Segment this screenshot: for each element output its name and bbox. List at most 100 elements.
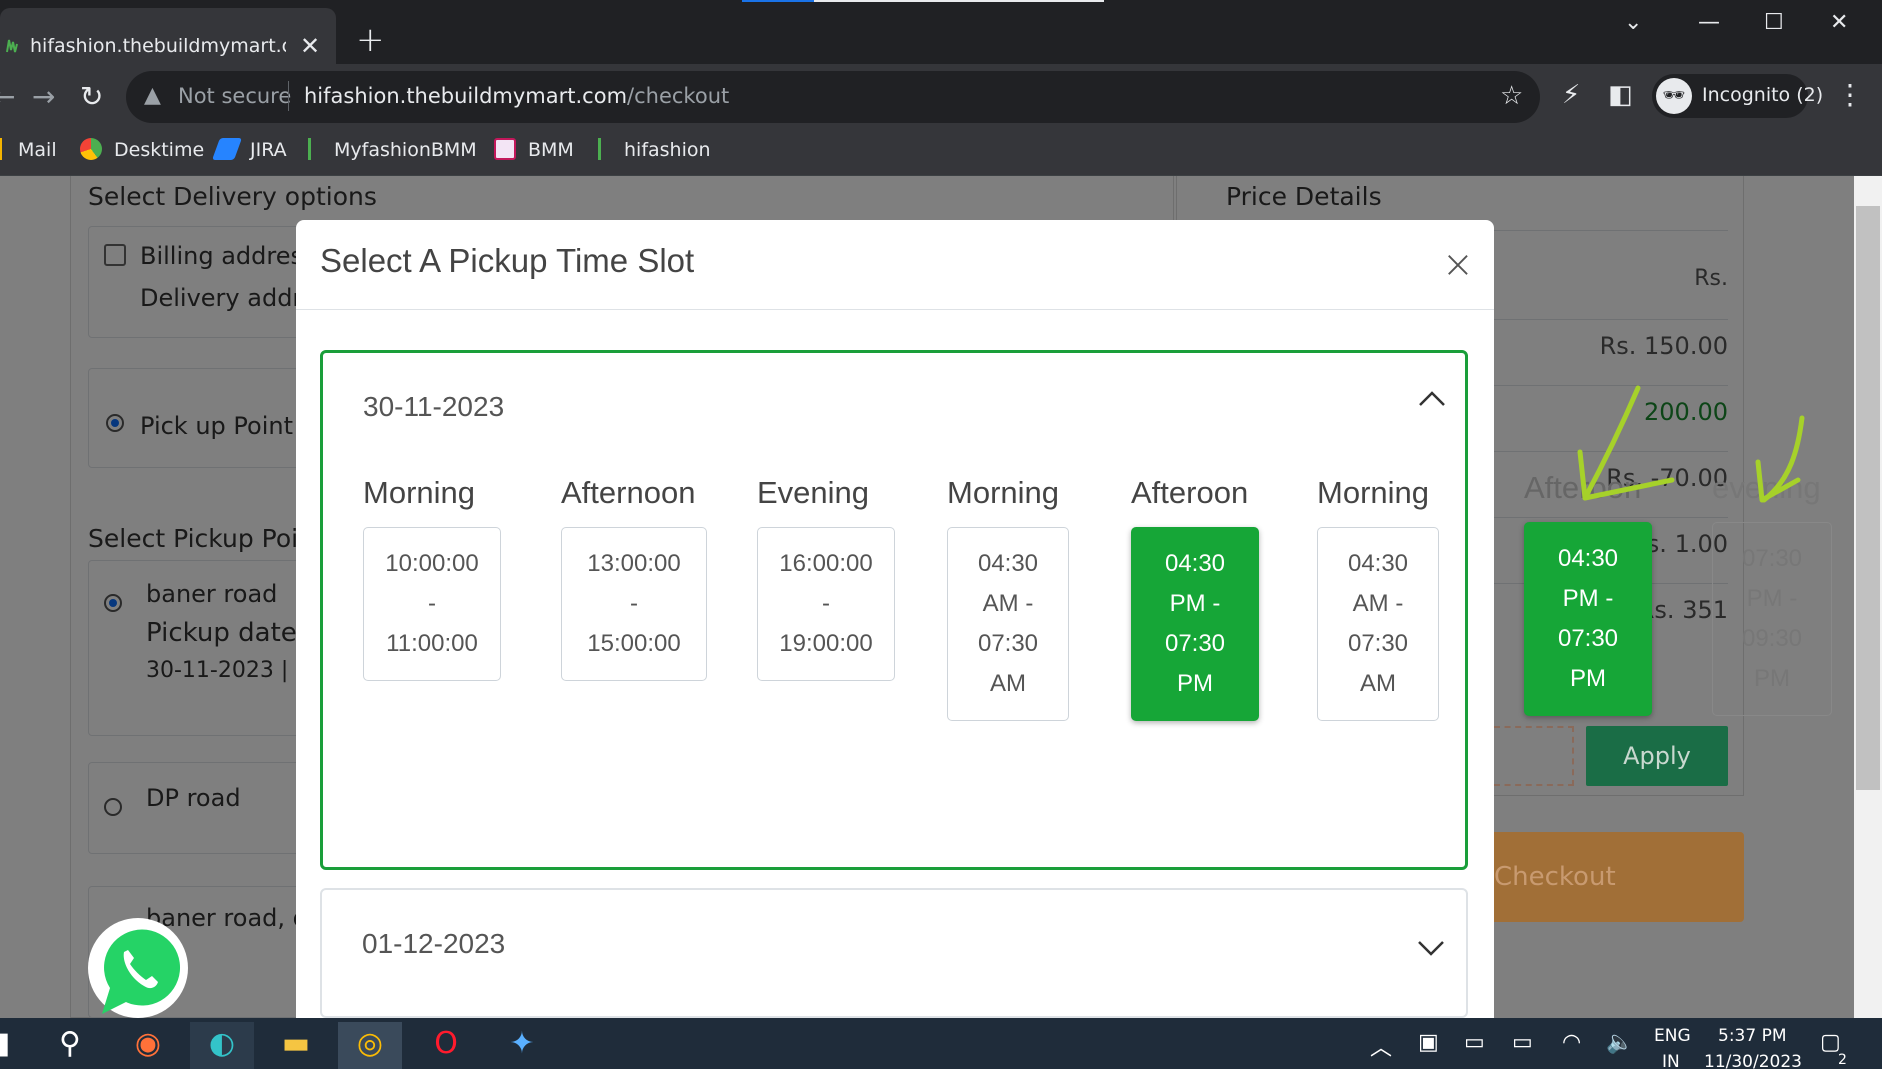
tab-close-icon[interactable]: ✕ [300,32,320,60]
slot-time-line: PM [1754,665,1790,692]
slot-time-line: PM [1177,670,1213,697]
clock-time[interactable]: 5:37 PM [1718,1026,1787,1046]
forward-icon[interactable]: → [32,80,55,113]
slot-time-box[interactable]: 13:00:00 - 15:00:00 [561,527,707,681]
safari-icon[interactable]: ✦ [490,1022,554,1069]
menu-icon[interactable]: ⋮ [1836,78,1864,111]
slot-time-box[interactable]: 04:30 AM - 07:30 AM [1317,527,1439,721]
accordion-date[interactable]: 01-12-2023 [362,928,505,960]
firefox-icon[interactable]: ◉ [116,1022,180,1069]
slot-time-lines: 10:00:00 - 11:00:00 [385,544,478,664]
tray-expand-icon[interactable]: ︿ [1370,1030,1392,1062]
bookmark-hifashion[interactable]: hifashion [598,138,711,161]
bookmark-bmm[interactable]: BMM [494,138,574,161]
camera-icon[interactable]: ▣ [1418,1030,1439,1055]
slot-time-line: 04:30 [977,550,1039,577]
checkout-button[interactable]: Checkout [1494,832,1744,922]
browser-tab[interactable]: hifashion.thebuildmymart.com/c ✕ [0,8,336,64]
bookmark-star-icon[interactable]: ☆ [1500,81,1523,111]
bmm-icon [494,138,516,160]
start-icon[interactable]: ▮ [0,1022,34,1069]
slot-time-box[interactable]: 07:30 PM - 09:30 PM [1712,522,1832,716]
desktime-icon [80,138,102,160]
scrollbar-thumb[interactable] [1856,206,1880,790]
bookmark-mail[interactable]: Mail [0,138,57,161]
url-path: /checkout [627,84,730,108]
modal-header: Select A Pickup Time Slot × [296,220,1494,310]
slot-time-box[interactable]: 16:00:00 - 19:00:00 [757,527,895,681]
slot-label: Afteroon [1131,475,1249,510]
close-icon[interactable]: × [1442,242,1474,286]
display-icon[interactable]: ▭ [1464,1030,1485,1055]
chrome-icon[interactable]: ◎ [338,1022,402,1069]
accordion-date[interactable]: 30-11-2023 [363,391,504,423]
bookmark-myfashionbmm[interactable]: MyfashionBMM [308,138,477,161]
bookmark-label: Mail [18,139,57,161]
incognito-profile-button[interactable]: 🕶 Incognito (2) [1652,74,1823,118]
slot-label: Morning [947,475,1059,510]
slot-time-box-selected[interactable]: 04:30 PM - 07:30 PM [1131,527,1259,721]
slot-time-line: 04:30 [1347,550,1409,577]
myfashion-icon [308,138,322,160]
slot-time-line: 11:00:00 [386,630,478,657]
address-bar[interactable]: ▲ Not secure hifashion.thebuildmymart.co… [126,71,1540,123]
slot-time-line: 10:00:00 [385,550,479,577]
tab-search-icon[interactable]: ⌄ [1624,10,1642,35]
slot-time-box[interactable]: 10:00:00 - 11:00:00 [363,527,501,681]
chevron-down-icon[interactable] [1416,938,1446,958]
browser-toolbar: ← → ↻ ▲ Not secure hifashion.thebuildmym… [0,64,1882,130]
apply-coupon-button[interactable]: Apply [1586,726,1728,786]
coupon-input[interactable] [1494,726,1574,786]
reload-icon[interactable]: ↻ [80,80,103,113]
minimize-button[interactable]: — [1698,10,1720,35]
slot-label: Morning [1317,475,1429,510]
browser-tabstrip: hifashion.thebuildmymart.com/c ✕ + ⌄ — ☐… [0,0,1882,64]
slot-time-line: 16:00:00 [779,550,873,577]
bookmark-label: JIRA [250,139,287,161]
search-icon[interactable]: ⚲ [38,1022,102,1069]
hifashion-icon [598,138,612,160]
slot-time-box[interactable]: 04:30 AM - 07:30 AM [947,527,1069,721]
notification-count: 2 [1838,1052,1847,1068]
windows-taskbar: ▮ ⚲ ◉ ◐ ▬ ◎ O ✦ ︿ ▣ ▭ ▭ ◠ 🔈 ENG IN 5:37 … [0,1018,1882,1069]
edge-icon[interactable]: ◐ [190,1022,254,1069]
wifi-icon[interactable]: ◠ [1562,1030,1581,1055]
page-scrollbar[interactable] [1854,176,1882,1018]
language-region[interactable]: IN [1662,1052,1680,1069]
slot-time-line: 09:30 [1741,625,1803,652]
chevron-up-icon[interactable] [1417,389,1447,409]
maximize-button[interactable]: ☐ [1764,10,1784,35]
bookmark-jira[interactable]: JIRA [211,138,287,161]
bookmark-desktime[interactable]: Desktime [80,138,204,161]
clock-date[interactable]: 11/30/2023 [1704,1052,1802,1069]
url-text[interactable]: hifashion.thebuildmymart.com/checkout [304,84,729,108]
bookmark-label: Desktime [114,139,205,161]
slot-time-line: 04:30 [1164,550,1226,577]
language-indicator[interactable]: ENG [1654,1026,1691,1046]
battery-icon[interactable]: ▭ [1512,1030,1533,1055]
volume-icon[interactable]: 🔈 [1606,1030,1633,1055]
incognito-label: Incognito (2) [1702,84,1824,106]
slot-time-line: AM [1360,670,1396,697]
opera-icon[interactable]: O [414,1022,478,1069]
whatsapp-icon[interactable] [82,914,194,1026]
performance-icon[interactable]: ⚡ [1562,80,1580,110]
slot-time-line: AM [990,670,1026,697]
slot-time-line: 07:30 [1347,630,1409,657]
modal-title: Select A Pickup Time Slot [320,242,695,279]
slot-time-lines: 04:30 AM - 07:30 AM [978,544,1038,704]
slot-time-box-selected[interactable]: 04:30 PM - 07:30 PM [1524,522,1652,716]
back-icon[interactable]: ← [0,80,15,113]
slot-time-line: 07:30 [1741,545,1803,572]
slot-label: evening [1712,470,1821,505]
window-close-button[interactable]: ✕ [1830,10,1848,35]
date-accordion-closed[interactable]: 01-12-2023 [320,888,1468,1018]
not-secure-label[interactable]: Not secure [178,84,291,108]
warning-icon[interactable]: ▲ [144,83,161,108]
slot-time-line: PM - [1562,585,1614,612]
new-tab-button[interactable]: + [356,20,385,60]
slot-time-line: - [427,590,436,617]
slot-time-line: - [821,590,830,617]
side-panel-icon[interactable]: ◧ [1608,80,1633,110]
file-explorer-icon[interactable]: ▬ [264,1022,328,1069]
